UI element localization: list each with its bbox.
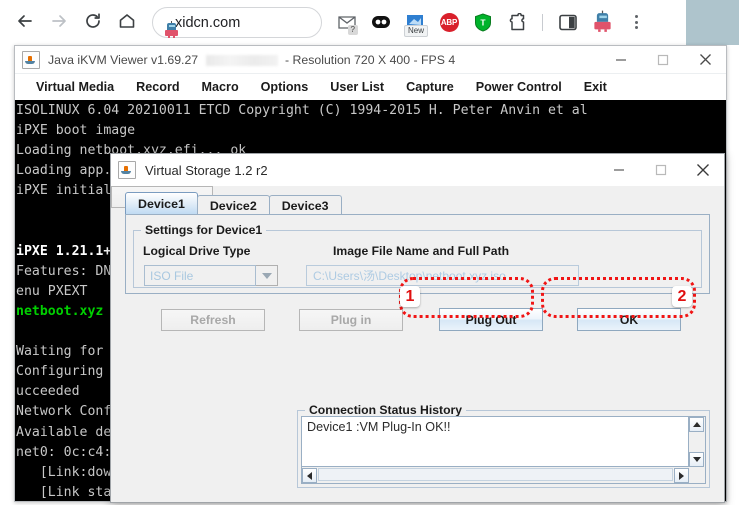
scroll-left-button[interactable]: [302, 468, 317, 483]
abp-badge-text: ABP: [440, 13, 459, 32]
settings-group-title: Settings for Device1: [141, 223, 266, 237]
side-panel-icon[interactable]: [553, 6, 583, 38]
connection-status-line: Device1 :VM Plug-In OK!!: [302, 417, 705, 437]
virtual-storage-window-controls: [598, 154, 724, 186]
scroll-up-button[interactable]: [689, 417, 704, 432]
status-vertical-scrollbar[interactable]: [688, 417, 705, 467]
refresh-button[interactable]: Refresh: [161, 309, 265, 331]
virtual-storage-dialog: Virtual Storage 1.2 r2 Device1: [110, 153, 725, 503]
combobox-arrow-button[interactable]: [256, 265, 278, 286]
browser-background-right: [686, 0, 739, 45]
image-path-label: Image File Name and Full Path: [333, 244, 509, 258]
virtual-storage-title-bar: Virtual Storage 1.2 r2: [111, 154, 724, 186]
adblock-plus-icon[interactable]: ABP: [434, 6, 464, 38]
connection-status-group: Connection Status History Device1 :VM Pl…: [297, 410, 710, 488]
browser-menu-button[interactable]: [621, 6, 651, 38]
ikvm-window-title: Java iKVM Viewer v1.69.27 - Resolution 7…: [48, 53, 455, 67]
virtual-storage-app-icon: [118, 161, 136, 179]
menu-options[interactable]: Options: [250, 77, 320, 97]
tampermonkey-icon[interactable]: T: [468, 6, 498, 38]
java-app-icon: [22, 51, 40, 69]
logical-drive-type-combobox[interactable]: ISO File: [144, 265, 278, 286]
vs-minimize-button[interactable]: [598, 154, 640, 186]
gmail-badge-text: ?: [348, 25, 358, 35]
plug-in-button[interactable]: Plug in: [299, 309, 403, 331]
back-button[interactable]: [8, 4, 42, 38]
ok-button[interactable]: OK: [577, 308, 681, 331]
profile-robot-icon[interactable]: [587, 6, 617, 38]
reload-button[interactable]: [76, 4, 110, 38]
gmail-checker-icon[interactable]: ?: [332, 6, 362, 38]
home-button[interactable]: [110, 4, 144, 38]
forward-button[interactable]: [42, 4, 76, 38]
status-horizontal-scrollbar[interactable]: [302, 466, 689, 483]
ikvm-close-button[interactable]: [684, 46, 726, 73]
navigation-buttons: [8, 4, 144, 38]
kebab-icon: [635, 15, 638, 29]
address-bar[interactable]: xidcn.com: [152, 7, 322, 38]
menu-exit[interactable]: Exit: [573, 77, 618, 97]
tab-device3[interactable]: Device3: [269, 195, 342, 215]
tab-device2[interactable]: Device2: [197, 195, 270, 215]
new-badge-text: New: [404, 25, 428, 37]
chevron-down-icon: [262, 273, 272, 279]
arrow-right-icon: [679, 472, 684, 480]
ikvm-minimize-button[interactable]: [600, 46, 642, 73]
logical-drive-type-value: ISO File: [144, 265, 256, 286]
menu-capture[interactable]: Capture: [395, 77, 465, 97]
browser-toolbar: xidcn.com ? New ABP T: [0, 0, 739, 45]
arrow-down-icon: [693, 457, 701, 462]
terminal-line: ISOLINUX 6.04 20210011 ETCD Copyright (C…: [16, 101, 726, 121]
toolbar-divider: [542, 14, 543, 31]
plug-out-button[interactable]: Plug Out: [439, 308, 543, 331]
menu-virtual-media[interactable]: Virtual Media: [25, 77, 125, 97]
scroll-right-button[interactable]: [674, 468, 689, 483]
vs-close-button[interactable]: [682, 154, 724, 186]
virtual-storage-title: Virtual Storage 1.2 r2: [145, 163, 268, 178]
extensions-puzzle-icon[interactable]: [502, 6, 532, 38]
scrollbar-corner: [689, 467, 705, 483]
ikvm-window-controls: [600, 46, 726, 73]
menu-power-control[interactable]: Power Control: [465, 77, 573, 97]
menu-record[interactable]: Record: [125, 77, 190, 97]
horizontal-scroll-track[interactable]: [318, 468, 673, 481]
terminal-line: iPXE boot image: [16, 121, 726, 141]
ikvm-maximize-button[interactable]: [642, 46, 684, 73]
virtual-storage-body: Device1 Device2 Device3 Settings for Dev…: [111, 186, 724, 502]
connection-status-title: Connection Status History: [305, 403, 466, 417]
arrow-up-icon: [693, 422, 701, 427]
device-tabs: Device1 Device2 Device3: [125, 192, 341, 215]
svg-text:T: T: [480, 17, 486, 27]
image-path-field[interactable]: C:\Users\汤\Desktop\netboot.xyz.iso: [306, 265, 579, 286]
tab-device1[interactable]: Device1: [125, 192, 198, 215]
menu-macro[interactable]: Macro: [191, 77, 250, 97]
logical-drive-type-label: Logical Drive Type: [143, 244, 250, 258]
scroll-down-button[interactable]: [689, 452, 704, 467]
arrow-left-icon: [307, 472, 312, 480]
new-tab-note-icon[interactable]: New: [400, 6, 430, 38]
menu-user-list[interactable]: User List: [319, 77, 395, 97]
address-bar-text: xidcn.com: [175, 15, 240, 31]
extension-icons: ? New ABP T: [332, 6, 651, 38]
ikvm-title-bar: Java iKVM Viewer v1.69.27 - Resolution 7…: [15, 46, 726, 74]
redacted-host-text: [206, 55, 278, 66]
vs-maximize-button[interactable]: [640, 154, 682, 186]
ikvm-menu-bar: Virtual Media Record Macro Options User …: [15, 74, 726, 101]
ikvm-title-prefix: Java iKVM Viewer v1.69.27: [48, 53, 198, 67]
ikvm-title-suffix: - Resolution 720 X 400 - FPS 4: [285, 53, 455, 67]
bitwarden-icon[interactable]: [366, 6, 396, 38]
ikvm-viewer-window: Java iKVM Viewer v1.69.27 - Resolution 7…: [14, 45, 727, 502]
connection-status-panel: Device1 :VM Plug-In OK!!: [301, 416, 706, 484]
